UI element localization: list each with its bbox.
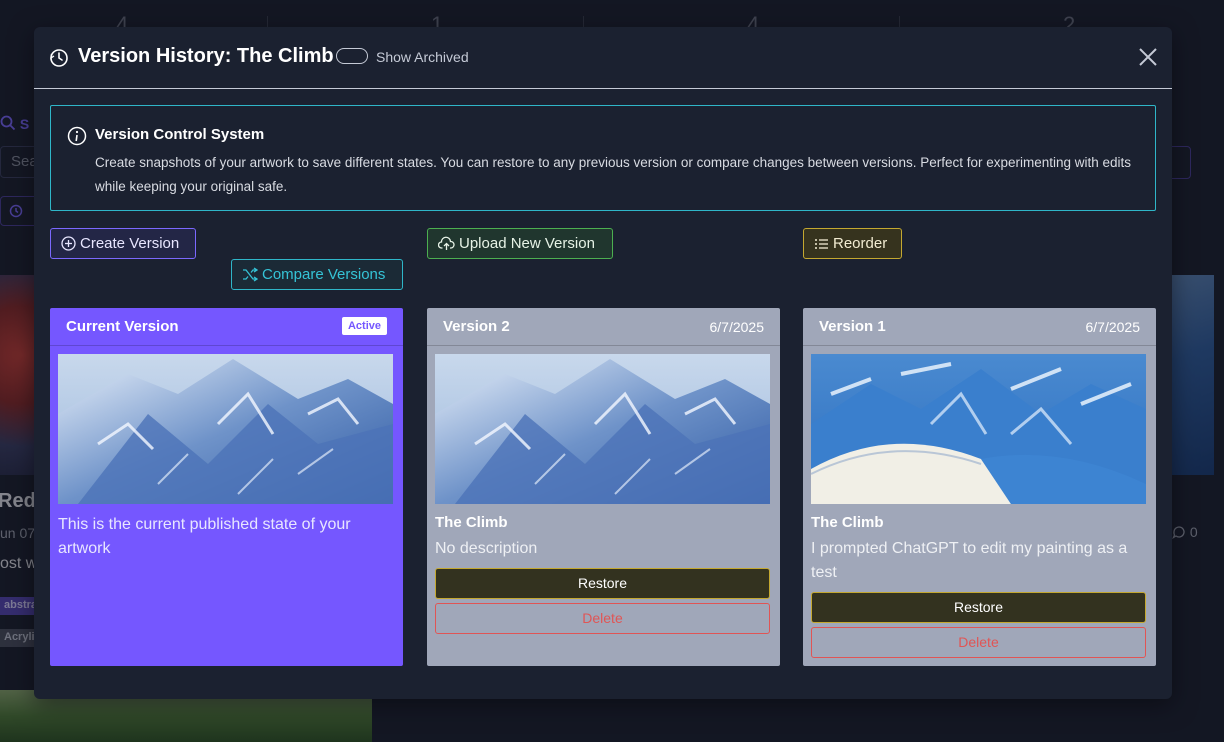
search-heading: S <box>0 115 29 132</box>
modal-header: Version History: The Climb Show Archived <box>34 27 1172 89</box>
compare-versions-label: Compare Versions <box>262 266 386 283</box>
version-card-1: Version 1 6/7/2025 The Climb I prompted … <box>803 308 1156 666</box>
tag-badge[interactable]: Acryli <box>0 629 35 647</box>
shuffle-icon <box>243 267 258 282</box>
comment-icon <box>1172 526 1185 540</box>
info-callout: Version Control System Create snapshots … <box>50 105 1156 211</box>
show-archived-label[interactable]: Show Archived <box>376 49 469 65</box>
comment-count: 0 <box>1172 524 1198 540</box>
card-description: This is the current published state of y… <box>58 516 351 557</box>
create-version-label: Create Version <box>80 235 180 252</box>
artwork-thumbnail[interactable] <box>0 275 36 475</box>
artwork-date: un 07 <box>0 525 36 541</box>
history-icon <box>50 49 68 67</box>
card-header: Version 2 6/7/2025 <box>427 308 780 346</box>
artwork-thumbnail[interactable] <box>1172 275 1214 475</box>
version-thumbnail[interactable] <box>58 354 393 504</box>
card-description: I prompted ChatGPT to edit my painting a… <box>811 540 1128 581</box>
reorder-button[interactable]: Reorder <box>803 228 902 259</box>
restore-button[interactable]: Restore <box>435 568 770 599</box>
list-icon <box>815 238 828 249</box>
card-header: Current Version Active <box>50 308 403 346</box>
search-heading-label: S <box>19 116 30 132</box>
plus-circle-icon <box>61 236 76 251</box>
compare-versions-button[interactable]: Compare Versions <box>231 259 403 290</box>
version-card-current: Current Version Active This is the curre… <box>50 308 403 666</box>
version-thumbnail[interactable] <box>435 354 770 504</box>
card-name: Version 2 <box>443 318 510 335</box>
show-archived-toggle[interactable] <box>336 48 368 64</box>
active-badge: Active <box>341 317 387 335</box>
version-history-modal: Version History: The Climb Show Archived… <box>34 27 1172 699</box>
upload-new-version-label: Upload New Version <box>459 235 595 252</box>
card-title: The Climb <box>435 514 508 531</box>
card-name: Current Version <box>66 318 179 335</box>
create-version-button[interactable]: Create Version <box>50 228 196 259</box>
modal-title: Version History: The Climb <box>78 45 334 67</box>
artwork-title[interactable]: Red <box>0 490 36 513</box>
cloud-upload-icon <box>438 236 455 250</box>
tag-badge[interactable]: abstra <box>0 597 37 615</box>
close-icon[interactable] <box>1137 46 1159 68</box>
reorder-label: Reorder <box>833 235 888 252</box>
version-thumbnail[interactable] <box>811 354 1146 504</box>
card-description: No description <box>435 540 538 557</box>
comment-count-value: 0 <box>1189 524 1198 540</box>
restore-button[interactable]: Restore <box>811 592 1146 623</box>
delete-button[interactable]: Delete <box>811 627 1146 658</box>
version-card-2: Version 2 6/7/2025 The Climb No descript… <box>427 308 780 666</box>
info-icon <box>67 126 87 146</box>
card-title: The Climb <box>811 514 884 531</box>
upload-new-version-button[interactable]: Upload New Version <box>427 228 613 259</box>
card-date: 6/7/2025 <box>1085 319 1141 335</box>
clock-icon <box>9 204 23 218</box>
info-title: Version Control System <box>95 126 265 143</box>
artwork-description: ost w <box>0 555 38 572</box>
delete-button[interactable]: Delete <box>435 603 770 634</box>
card-name: Version 1 <box>819 318 886 335</box>
info-text: Create snapshots of your artwork to save… <box>95 155 1132 194</box>
card-date: 6/7/2025 <box>709 319 765 335</box>
search-icon <box>0 115 16 131</box>
card-header: Version 1 6/7/2025 <box>803 308 1156 346</box>
